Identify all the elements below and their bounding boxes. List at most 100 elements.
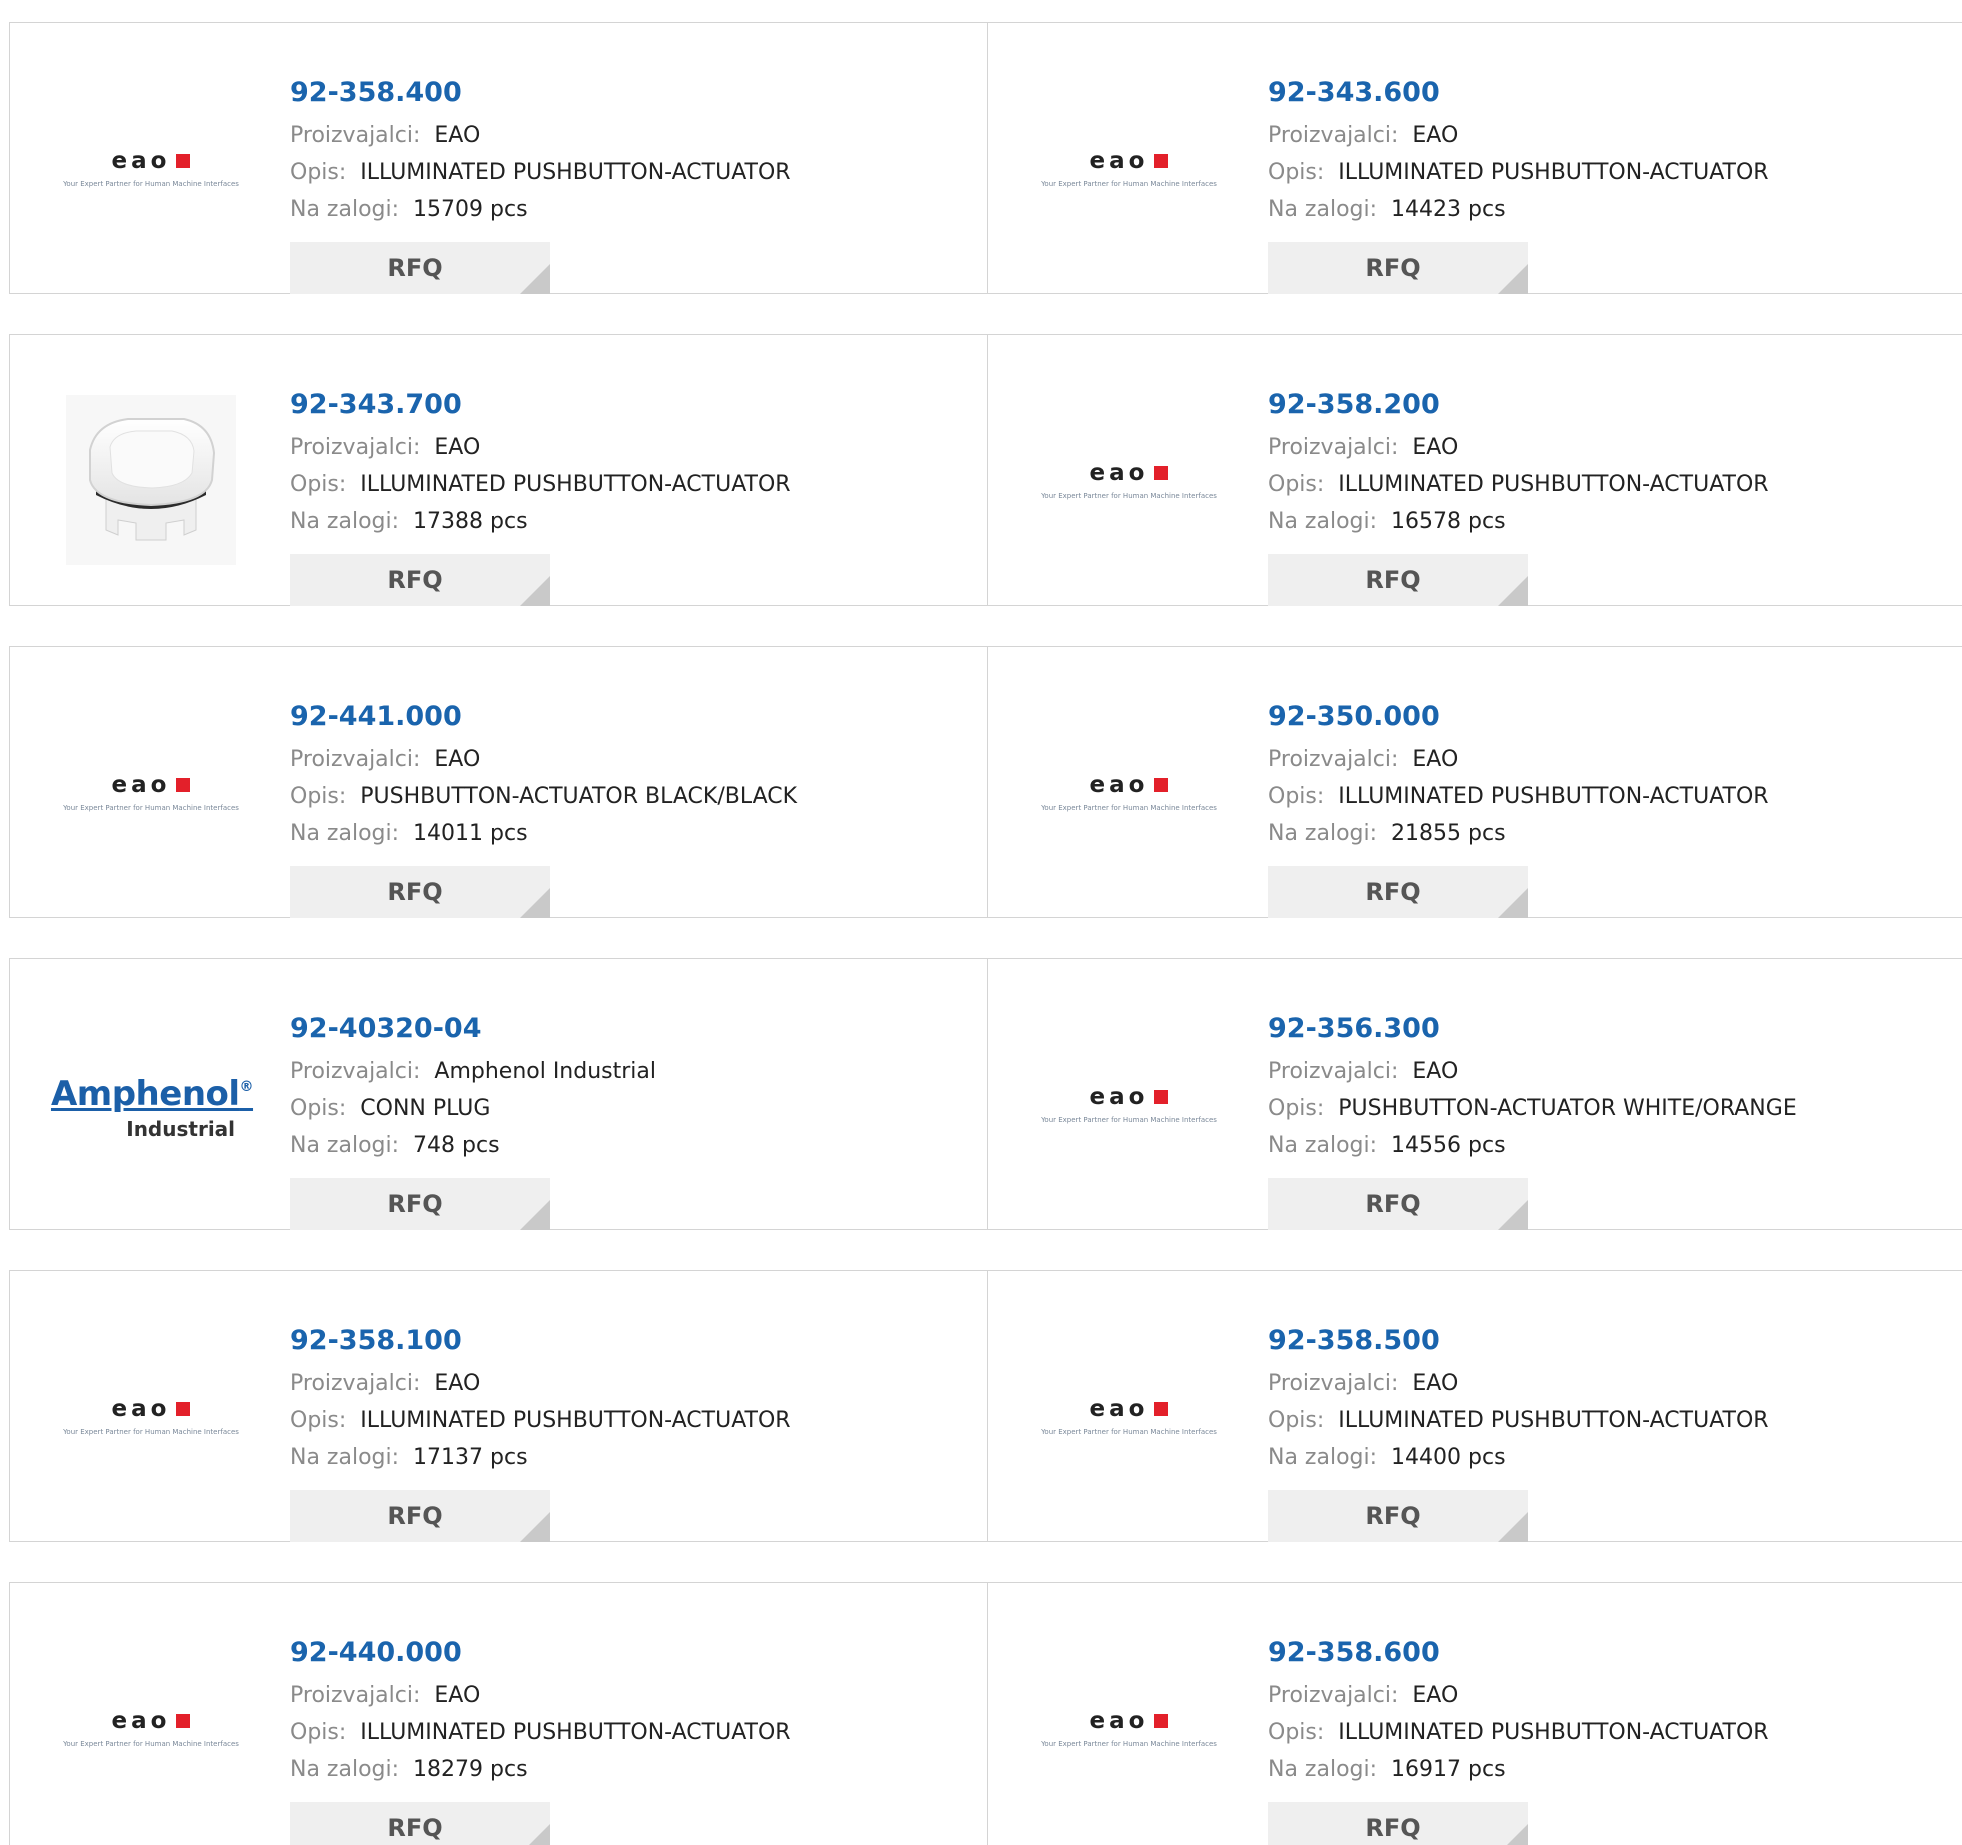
pushbutton-photo-icon bbox=[66, 395, 236, 565]
stock-label: Na zalogi: bbox=[1268, 1133, 1378, 1158]
amphenol-wordmark: Amphenol® bbox=[50, 1073, 254, 1114]
manufacturer-logo[interactable]: Amphenol® Industrial bbox=[50, 1004, 254, 1204]
rfq-label: RFQ bbox=[387, 1502, 443, 1530]
product-info: 92-356.300 Proizvajalci: EAO Opis: PUSHBUT… bbox=[1268, 1011, 1797, 1230]
product-list: eao Your Expert Partner for Human Machin… bbox=[0, 0, 1962, 1845]
product-info: 92-343.700 Proizvajalci: EAO Opis: ILLUMIN… bbox=[290, 387, 791, 606]
eao-red-square-icon bbox=[1154, 1714, 1169, 1728]
rfq-button[interactable]: RFQ bbox=[290, 866, 550, 918]
stock-label: Na zalogi: bbox=[1268, 1445, 1378, 1470]
manufacturer-label: Proizvajalci: bbox=[290, 435, 421, 460]
stock-label: Na zalogi: bbox=[1268, 197, 1378, 222]
manufacturer-row: Proizvajalci: EAO bbox=[1268, 1677, 1769, 1714]
stock-value: 16917 pcs bbox=[1391, 1757, 1506, 1782]
product-row: 92-343.700 Proizvajalci: EAO Opis: ILLUMIN… bbox=[9, 334, 1962, 606]
rfq-button[interactable]: RFQ bbox=[290, 242, 550, 294]
description-row: Opis: ILLUMINATED PUSHBUTTON-ACTUATOR bbox=[290, 1402, 791, 1439]
part-number-link[interactable]: 92-358.200 bbox=[1268, 387, 1769, 423]
product-card: eao Your Expert Partner for Human Machin… bbox=[10, 23, 988, 294]
rfq-button[interactable]: RFQ bbox=[1268, 242, 1528, 294]
description-label: Opis: bbox=[290, 1720, 347, 1745]
manufacturer-label: Proizvajalci: bbox=[290, 1683, 421, 1708]
eao-logo: eao bbox=[112, 1708, 191, 1734]
manufacturer-logo[interactable]: eao Your Expert Partner for Human Machin… bbox=[50, 692, 252, 892]
description-value: ILLUMINATED PUSHBUTTON-ACTUATOR bbox=[360, 160, 791, 185]
manufacturer-label: Proizvajalci: bbox=[290, 1371, 421, 1396]
rfq-button[interactable]: RFQ bbox=[1268, 1490, 1528, 1542]
description-value: ILLUMINATED PUSHBUTTON-ACTUATOR bbox=[1338, 1720, 1769, 1745]
rfq-label: RFQ bbox=[1365, 1190, 1421, 1218]
rfq-button[interactable]: RFQ bbox=[290, 1490, 550, 1542]
rfq-button[interactable]: RFQ bbox=[1268, 1178, 1528, 1230]
rfq-label: RFQ bbox=[1365, 878, 1421, 906]
manufacturer-label: Proizvajalci: bbox=[1268, 1371, 1399, 1396]
description-label: Opis: bbox=[1268, 784, 1325, 809]
eao-logo: eao bbox=[112, 148, 191, 174]
stock-label: Na zalogi: bbox=[290, 509, 400, 534]
rfq-button[interactable]: RFQ bbox=[1268, 554, 1528, 606]
part-number-link[interactable]: 92-356.300 bbox=[1268, 1011, 1797, 1047]
rfq-label: RFQ bbox=[387, 878, 443, 906]
manufacturer-logo[interactable]: eao Your Expert Partner for Human Machin… bbox=[50, 68, 252, 268]
part-number-link[interactable]: 92-343.600 bbox=[1268, 75, 1769, 111]
manufacturer-logo[interactable]: eao Your Expert Partner for Human Machin… bbox=[1028, 1628, 1230, 1828]
product-card: eao Your Expert Partner for Human Machin… bbox=[10, 1271, 988, 1542]
product-card: eao Your Expert Partner for Human Machin… bbox=[988, 1271, 1962, 1542]
part-number-link[interactable]: 92-358.400 bbox=[290, 75, 791, 111]
product-card: eao Your Expert Partner for Human Machin… bbox=[988, 959, 1962, 1230]
manufacturer-logo[interactable]: eao Your Expert Partner for Human Machin… bbox=[1028, 692, 1230, 892]
part-number-link[interactable]: 92-358.500 bbox=[1268, 1323, 1769, 1359]
manufacturer-label: Proizvajalci: bbox=[1268, 1059, 1399, 1084]
description-row: Opis: ILLUMINATED PUSHBUTTON-ACTUATOR bbox=[1268, 1714, 1769, 1751]
rfq-button[interactable]: RFQ bbox=[290, 554, 550, 606]
description-value: ILLUMINATED PUSHBUTTON-ACTUATOR bbox=[360, 472, 791, 497]
manufacturer-label: Proizvajalci: bbox=[1268, 123, 1399, 148]
description-row: Opis: CONN PLUG bbox=[290, 1090, 656, 1127]
manufacturer-logo[interactable]: eao Your Expert Partner for Human Machin… bbox=[1028, 1316, 1230, 1516]
manufacturer-logo[interactable] bbox=[50, 380, 252, 580]
part-number-link[interactable]: 92-40320-04 bbox=[290, 1011, 656, 1047]
stock-value: 14400 pcs bbox=[1391, 1445, 1506, 1470]
manufacturer-logo[interactable]: eao Your Expert Partner for Human Machin… bbox=[1028, 1004, 1230, 1204]
stock-row: Na zalogi: 14011 pcs bbox=[290, 815, 797, 852]
stock-row: Na zalogi: 16578 pcs bbox=[1268, 503, 1769, 540]
part-number-link[interactable]: 92-350.000 bbox=[1268, 699, 1769, 735]
stock-label: Na zalogi: bbox=[290, 1757, 400, 1782]
eao-red-square-icon bbox=[1154, 1090, 1169, 1104]
description-row: Opis: ILLUMINATED PUSHBUTTON-ACTUATOR bbox=[290, 466, 791, 503]
manufacturer-row: Proizvajalci: EAO bbox=[1268, 1053, 1797, 1090]
manufacturer-logo[interactable]: eao Your Expert Partner for Human Machin… bbox=[50, 1628, 252, 1828]
manufacturer-logo[interactable]: eao Your Expert Partner for Human Machin… bbox=[1028, 68, 1230, 268]
rfq-label: RFQ bbox=[387, 254, 443, 282]
rfq-button[interactable]: RFQ bbox=[290, 1178, 550, 1230]
description-row: Opis: ILLUMINATED PUSHBUTTON-ACTUATOR bbox=[290, 154, 791, 191]
eao-wordmark: eao bbox=[111, 772, 171, 798]
stock-label: Na zalogi: bbox=[290, 1445, 400, 1470]
rfq-button[interactable]: RFQ bbox=[1268, 1802, 1528, 1845]
part-number-link[interactable]: 92-343.700 bbox=[290, 387, 791, 423]
corner-decoration bbox=[520, 576, 550, 606]
eao-wordmark: eao bbox=[1089, 772, 1149, 798]
manufacturer-value: EAO bbox=[434, 747, 481, 772]
part-number-link[interactable]: 92-358.600 bbox=[1268, 1635, 1769, 1671]
stock-value: 14423 pcs bbox=[1391, 197, 1506, 222]
manufacturer-value: EAO bbox=[434, 1371, 481, 1396]
manufacturer-label: Proizvajalci: bbox=[290, 1059, 421, 1084]
product-card: eao Your Expert Partner for Human Machin… bbox=[10, 1583, 988, 1845]
part-number-link[interactable]: 92-441.000 bbox=[290, 699, 797, 735]
rfq-button[interactable]: RFQ bbox=[290, 1802, 550, 1845]
manufacturer-logo[interactable]: eao Your Expert Partner for Human Machin… bbox=[1028, 380, 1230, 580]
manufacturer-label: Proizvajalci: bbox=[1268, 747, 1399, 772]
eao-wordmark: eao bbox=[111, 148, 171, 174]
stock-row: Na zalogi: 18279 pcs bbox=[290, 1751, 791, 1788]
part-number-link[interactable]: 92-358.100 bbox=[290, 1323, 791, 1359]
stock-value: 748 pcs bbox=[413, 1133, 500, 1158]
manufacturer-row: Proizvajalci: EAO bbox=[290, 117, 791, 154]
manufacturer-label: Proizvajalci: bbox=[290, 123, 421, 148]
rfq-button[interactable]: RFQ bbox=[1268, 866, 1528, 918]
manufacturer-value: EAO bbox=[1412, 1371, 1459, 1396]
eao-wordmark: eao bbox=[1089, 148, 1149, 174]
corner-decoration bbox=[520, 264, 550, 294]
manufacturer-logo[interactable]: eao Your Expert Partner for Human Machin… bbox=[50, 1316, 252, 1516]
part-number-link[interactable]: 92-440.000 bbox=[290, 1635, 791, 1671]
